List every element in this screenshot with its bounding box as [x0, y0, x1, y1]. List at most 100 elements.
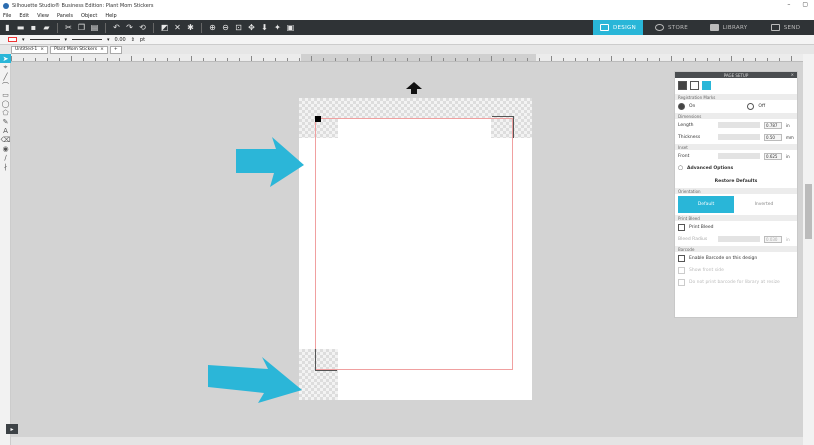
select-tool-icon[interactable]: ➤: [0, 54, 11, 63]
barcode-ex-checkbox[interactable]: [678, 278, 685, 286]
menu-help[interactable]: Help: [105, 13, 116, 19]
advanced-options-row[interactable]: ◯ Advanced Options: [675, 162, 797, 174]
ruler-tick: [527, 58, 528, 61]
ruler-tick: [287, 58, 288, 61]
close-icon[interactable]: ×: [100, 47, 104, 52]
save-icon[interactable]: ▪: [29, 23, 38, 32]
copy-icon[interactable]: ❐: [77, 23, 86, 32]
bleed-radius-slider[interactable]: [718, 236, 760, 242]
new-tab-button[interactable]: +: [109, 45, 122, 54]
select-all-icon[interactable]: ◩: [160, 23, 169, 32]
front-input[interactable]: 0.625: [764, 152, 782, 160]
undo-icon[interactable]: ↶: [112, 23, 121, 32]
pixscan-icon[interactable]: ✱: [186, 23, 195, 32]
cut-icon[interactable]: ✂: [64, 23, 73, 32]
menu-view[interactable]: View: [37, 13, 49, 19]
text-tool-icon[interactable]: A: [0, 126, 11, 135]
panel-title: PAGE SETUP: [723, 72, 749, 78]
tab-library[interactable]: LIBRARY: [700, 20, 757, 35]
dropdown-arrow-icon[interactable]: ▾: [22, 37, 25, 43]
vertical-scrollbar[interactable]: [803, 54, 814, 445]
ellipse-tool-icon[interactable]: ◯: [0, 99, 11, 108]
line-width-input[interactable]: 0.00: [115, 37, 126, 43]
expand-icon[interactable]: ◯: [678, 166, 683, 171]
length-input[interactable]: 0.787: [764, 121, 782, 129]
bleed-radius-input[interactable]: 0.030: [764, 235, 782, 243]
zoom-out-icon[interactable]: ⊖: [221, 23, 230, 32]
fit-to-page-icon[interactable]: ⬇: [260, 23, 269, 32]
ruler-tick: [239, 58, 240, 61]
pen-tool-icon[interactable]: ✎: [0, 117, 11, 126]
paste-icon[interactable]: ▤: [90, 23, 99, 32]
dropdown-arrow-icon[interactable]: ▾: [107, 37, 110, 43]
redo-icon[interactable]: ↷: [125, 23, 134, 32]
ruler-tick: [671, 56, 672, 61]
ruler-tick: [11, 56, 12, 61]
barcode-both-label: Show front side: [689, 267, 724, 273]
menu-edit[interactable]: Edit: [19, 13, 29, 19]
fill-icon[interactable]: ◉: [0, 144, 11, 153]
length-slider[interactable]: [718, 122, 760, 128]
reg-off-radio[interactable]: [747, 102, 755, 110]
registration-square-mark: [315, 116, 321, 122]
thickness-row: Thickness 0.50 mm: [675, 131, 797, 143]
media-tab-icon[interactable]: [678, 81, 687, 90]
print-bleed-checkbox[interactable]: [678, 223, 685, 231]
line-style-preview[interactable]: [29, 39, 60, 40]
knife-tool-icon[interactable]: ∕: [0, 153, 11, 162]
doc-tab[interactable]: Untitled-1 ×: [11, 45, 49, 54]
line-end-preview[interactable]: [72, 39, 103, 40]
orientation-inverted-button[interactable]: Inverted: [734, 196, 794, 213]
maximize-button[interactable]: ▢: [802, 1, 808, 8]
close-icon[interactable]: ×: [40, 47, 44, 52]
grid-tab-icon[interactable]: [690, 81, 699, 90]
eraser-icon[interactable]: ⌫: [0, 135, 11, 144]
point-edit-icon[interactable]: ⌖: [0, 63, 11, 72]
ruler-tick: [35, 58, 36, 61]
open-folder-icon[interactable]: ▬: [16, 23, 25, 32]
thickness-slider[interactable]: [718, 134, 760, 140]
zoom-select-icon[interactable]: ⊡: [234, 23, 243, 32]
orientation-default-button[interactable]: Default: [678, 196, 734, 213]
pan-icon[interactable]: ✥: [247, 23, 256, 32]
zoom-in-icon[interactable]: ⊕: [208, 23, 217, 32]
toolbar-divider: [57, 22, 58, 33]
dropdown-arrow-icon[interactable]: ▾: [65, 37, 68, 43]
front-slider[interactable]: [718, 153, 760, 159]
panel-toggle-icon[interactable]: ▣: [286, 23, 295, 32]
thickness-input[interactable]: 0.50: [764, 133, 782, 141]
menu-panels[interactable]: Panels: [57, 13, 73, 19]
line-color-swatch[interactable]: [8, 37, 17, 42]
curve-tool-icon[interactable]: ⌒: [0, 81, 11, 90]
scrollbar-thumb[interactable]: [805, 184, 812, 239]
ruler-tick: [47, 58, 48, 61]
barcode-both-checkbox[interactable]: [678, 266, 685, 274]
magic-wand-icon[interactable]: ✦: [273, 23, 282, 32]
new-document-icon[interactable]: ▮: [3, 23, 12, 32]
reg-on-radio[interactable]: [678, 102, 685, 110]
close-icon[interactable]: ×: [791, 72, 794, 77]
print-icon[interactable]: ▰: [42, 23, 51, 32]
length-unit: in: [786, 122, 790, 128]
length-row: Length 0.787 in: [675, 119, 797, 131]
barcode-enable-checkbox[interactable]: [678, 254, 685, 262]
rectangle-tool-icon[interactable]: ▭: [0, 90, 11, 99]
tab-design[interactable]: DESIGN: [593, 20, 643, 35]
menu-file[interactable]: File: [3, 13, 11, 19]
stepper-icon[interactable]: ⇕: [131, 37, 135, 43]
panel-toggle-button[interactable]: ▸: [6, 424, 18, 434]
menu-object[interactable]: Object: [81, 13, 97, 19]
deselect-icon[interactable]: ✕: [173, 23, 182, 32]
minimize-button[interactable]: –: [787, 1, 790, 8]
redraw-icon[interactable]: ⟲: [138, 23, 147, 32]
ruler-tick: [455, 58, 456, 61]
tab-store[interactable]: STORE: [643, 20, 700, 35]
magic-eraser-icon[interactable]: ∤: [0, 162, 11, 171]
tab-send[interactable]: SEND: [757, 20, 814, 35]
ruler-tick: [695, 58, 696, 61]
horizontal-scrollbar[interactable]: [11, 437, 803, 445]
restore-defaults-button[interactable]: Restore Defaults: [675, 176, 797, 186]
registration-tab-icon[interactable]: [702, 81, 711, 90]
doc-tab-active[interactable]: Plant Mom Stickers ×: [50, 45, 108, 54]
polygon-tool-icon[interactable]: ⬠: [0, 108, 11, 117]
